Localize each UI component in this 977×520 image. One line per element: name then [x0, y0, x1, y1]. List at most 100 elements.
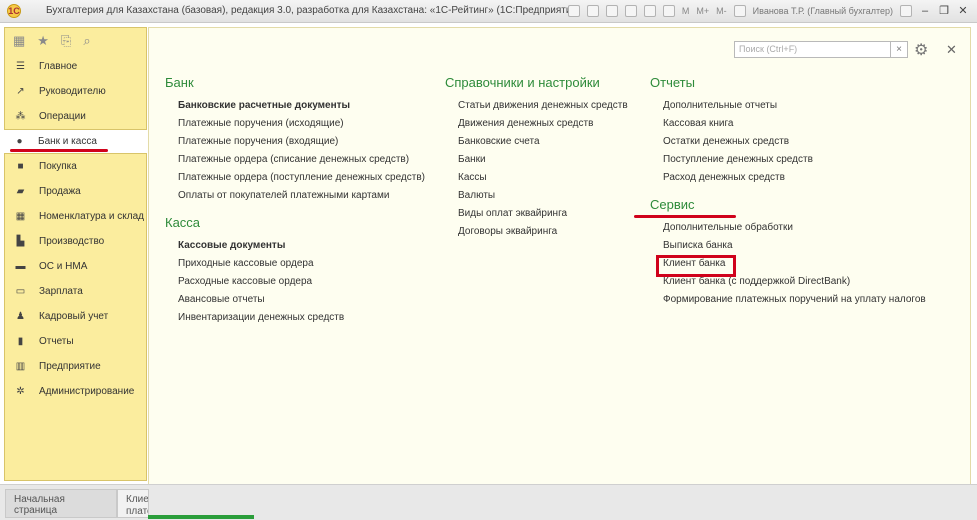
link-advance-reports[interactable]: Авансовые отчеты	[178, 291, 425, 309]
reports-links: Дополнительные отчеты Кассовая книга Ост…	[650, 97, 926, 187]
link-currencies[interactable]: Валюты	[458, 187, 628, 205]
sidebar-item-enterprise[interactable]: ▥ Предприятие	[5, 354, 146, 379]
sidebar-item-sales[interactable]: ▰ Продажа	[5, 179, 146, 204]
link-bank-statement[interactable]: Выписка банка	[663, 237, 926, 255]
link-card-payments[interactable]: Оплаты от покупателей платежными картами	[178, 187, 425, 205]
sidebar-item-operations[interactable]: ⁂ Операции	[5, 104, 146, 129]
sidebar-item-manager[interactable]: ↗ Руководителю	[5, 79, 146, 104]
history-icon[interactable]: ⎘	[61, 33, 71, 49]
link-cash-outflow[interactable]: Расход денежных средств	[663, 169, 926, 187]
settings-gear-icon[interactable]: ⚙	[914, 40, 928, 60]
link-cash-book[interactable]: Кассовая книга	[663, 115, 926, 133]
tab-bank-client[interactable]: Клиен плате	[117, 489, 149, 518]
link-payment-orders-credit[interactable]: Платежные ордера (поступление денежных с…	[178, 169, 425, 187]
memory-button-m[interactable]: M	[682, 6, 690, 16]
sidebar-item-administration[interactable]: ✲ Администрирование	[5, 379, 146, 404]
highlight-box-bank-client	[656, 255, 736, 277]
sidebar-item-salary[interactable]: ▭ Зарплата	[5, 279, 146, 304]
info-icon[interactable]	[900, 4, 912, 17]
link-cashflow-items[interactable]: Статьи движения денежных средств	[458, 97, 628, 115]
sidebar-item-fixed-assets[interactable]: ▬ ОС и НМА	[5, 254, 146, 279]
link-acquiring-contracts[interactable]: Договоры эквайринга	[458, 223, 628, 241]
link-payment-orders-out[interactable]: Платежные поручения (исходящие)	[178, 115, 425, 133]
link-acquiring-payment-types[interactable]: Виды оплат эквайринга	[458, 205, 628, 223]
save-icon[interactable]	[567, 4, 580, 17]
highlight-underline-service	[634, 215, 736, 218]
calendar-icon[interactable]	[733, 4, 746, 17]
sidebar-item-reports[interactable]: ▮ Отчеты	[5, 329, 146, 354]
tab-home-page[interactable]: Начальная страница	[5, 489, 117, 518]
building-icon: ▥	[15, 361, 26, 372]
active-tab-indicator	[148, 515, 254, 519]
column-references: Справочники и настройки Статьи движения …	[445, 75, 628, 241]
sidebar-item-production[interactable]: ▙ Производство	[5, 229, 146, 254]
link-additional-reports[interactable]: Дополнительные отчеты	[663, 97, 926, 115]
link-payment-orders-debit[interactable]: Платежные ордера (списание денежных сред…	[178, 151, 425, 169]
open-windows-bar: Начальная страница Клиен плате	[0, 484, 977, 520]
link-cash-desks[interactable]: Кассы	[458, 169, 628, 187]
search-icon[interactable]: ⌕	[83, 33, 90, 49]
memory-button-m-minus[interactable]: M-	[716, 6, 727, 16]
window-title-bar: 1С Бухгалтерия для Казахстана (базовая),…	[0, 0, 977, 23]
grid-blocks-icon: ▦	[15, 211, 26, 222]
sidebar-item-label: Банк и касса	[38, 136, 97, 147]
link-cash-documents[interactable]: Кассовые документы	[178, 237, 425, 255]
shopping-bag-icon: ▰	[16, 186, 25, 197]
link-tax-payment-orders[interactable]: Формирование платежных поручений на упла…	[663, 291, 926, 309]
close-panel-icon[interactable]: ✕	[946, 42, 957, 58]
column-bank-kassa: Банк Банковские расчетные документы Плат…	[165, 75, 425, 327]
sidebar-item-label: Руководителю	[39, 86, 106, 97]
menu-lines-icon: ☰	[16, 61, 25, 72]
sidebar-item-label: Продажа	[39, 186, 81, 197]
all-functions-grid-icon[interactable]: ▦	[13, 33, 25, 49]
people-icon: ♟	[16, 311, 25, 322]
sidebar-item-label: Главное	[39, 61, 78, 72]
sidebar-item-main[interactable]: ☰ Главное	[5, 54, 146, 79]
restore-button[interactable]: ❐	[938, 4, 950, 17]
link-cash-inventory[interactable]: Инвентаризации денежных средств	[178, 309, 425, 327]
sidebar-toolbar: ▦ ★ ⎘ ⌕	[5, 28, 146, 54]
sidebar-item-nomenclature[interactable]: ▦ Номенклатура и склад	[5, 204, 146, 229]
cart-icon: ■	[17, 161, 24, 172]
link-cash-expenses[interactable]: Расходные кассовые ордера	[178, 273, 425, 291]
sidebar-item-hr[interactable]: ♟ Кадровый учет	[5, 304, 146, 329]
link-additional-processing[interactable]: Дополнительные обработки	[663, 219, 926, 237]
highlight-underline-bank	[10, 149, 108, 152]
link-banks[interactable]: Банки	[458, 151, 628, 169]
favorites-icon[interactable]	[624, 4, 637, 17]
bank-links: Банковские расчетные документы Платежные…	[165, 97, 425, 205]
sidebar-item-label: Покупка	[39, 161, 77, 172]
link-icon[interactable]	[643, 4, 656, 17]
sidebar-item-label: Отчеты	[39, 336, 74, 347]
section-title-kassa: Касса	[165, 215, 201, 230]
search-placeholder: Поиск (Ctrl+F)	[739, 44, 798, 54]
link-cashflow-movements[interactable]: Движения денежных средств	[458, 115, 628, 133]
wallet-icon: ▭	[15, 286, 26, 297]
minimize-button[interactable]: –	[919, 5, 931, 17]
section-title-references: Справочники и настройки	[445, 75, 600, 90]
app-logo-icon[interactable]: 1С	[7, 4, 21, 18]
sidebar-item-label: Зарплата	[39, 286, 83, 297]
section-title-reports: Отчеты	[650, 75, 695, 90]
kassa-links: Кассовые документы Приходные кассовые ор…	[165, 237, 425, 327]
close-window-button[interactable]: ✕	[957, 4, 969, 17]
sidebar-item-label: Предприятие	[39, 361, 101, 372]
print-icon[interactable]	[586, 4, 599, 17]
link-cash-inflow[interactable]: Поступление денежных средств	[663, 151, 926, 169]
link-payment-orders-in[interactable]: Платежные поручения (входящие)	[178, 133, 425, 151]
search-clear-button[interactable]: ×	[890, 41, 908, 58]
operations-icon: ⁂	[15, 111, 26, 122]
link-cash-receipts[interactable]: Приходные кассовые ордера	[178, 255, 425, 273]
sidebar-item-purchase[interactable]: ■ Покупка	[5, 154, 146, 179]
sections-sidebar: ▦ ★ ⎘ ⌕ ☰ Главное ↗ Руководителю ⁂ Операции…	[4, 27, 147, 481]
sidebar-item-label: ОС и НМА	[39, 261, 88, 272]
link-bank-documents[interactable]: Банковские расчетные документы	[178, 97, 425, 115]
favorites-star-icon[interactable]: ★	[37, 33, 49, 49]
link-bank-accounts[interactable]: Банковские счета	[458, 133, 628, 151]
link-cash-balances[interactable]: Остатки денежных средств	[663, 133, 926, 151]
memory-button-m-plus[interactable]: M+	[696, 6, 709, 16]
current-user[interactable]: Иванова Т.Р. (Главный бухгалтер)	[753, 6, 893, 16]
history-icon[interactable]	[662, 4, 675, 17]
search-input[interactable]: Поиск (Ctrl+F)	[734, 41, 908, 58]
preview-icon[interactable]	[605, 4, 618, 17]
